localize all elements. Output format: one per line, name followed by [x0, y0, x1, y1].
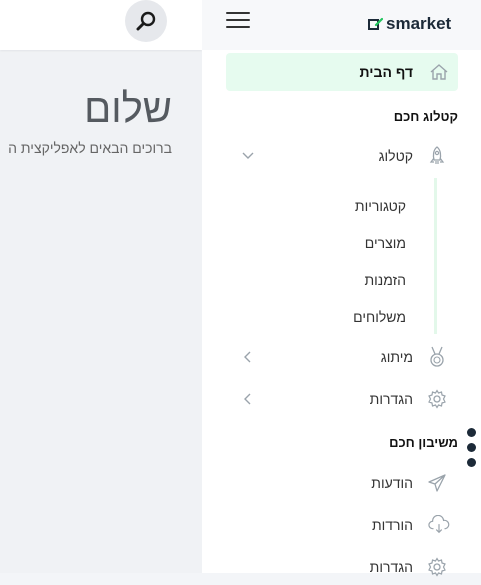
section-title-catalog: קטלוג חכם — [393, 109, 458, 124]
sidebar-item-messaging-settings[interactable]: הגדרות — [202, 549, 481, 585]
gear-icon — [426, 556, 448, 578]
subnav-item-orders[interactable]: הזמנות — [365, 272, 407, 288]
greeting-subtitle: ברוכים הבאים לאפליקצית ה — [8, 140, 172, 156]
search-button[interactable] — [125, 0, 167, 42]
medal-icon — [426, 346, 448, 368]
top-bar — [0, 0, 202, 50]
home-icon — [428, 61, 450, 83]
more-dots-icon[interactable] — [467, 428, 477, 478]
sidebar-item-label: הורדות — [371, 517, 413, 533]
greeting-title: שלום — [84, 86, 172, 132]
sidebar-item-settings[interactable]: הגדרות — [202, 381, 481, 417]
chevron-left-icon[interactable] — [242, 351, 254, 363]
sidebar: smarket דף הבית קטלוג חכם קטלוג קטגוריות… — [202, 0, 481, 577]
sidebar-item-branding[interactable]: מיתוג — [202, 339, 481, 375]
sidebar-item-label: קטלוג — [378, 148, 413, 164]
sidebar-header: smarket — [202, 0, 481, 50]
subnav-indicator — [434, 178, 437, 334]
rocket-icon — [426, 145, 448, 167]
logo-text: smarket — [386, 14, 452, 33]
sidebar-item-messages[interactable]: הודעות — [202, 465, 481, 501]
chevron-left-icon[interactable] — [242, 393, 254, 405]
subnav-item-shipments[interactable]: משלוחים — [353, 309, 406, 325]
subnav-item-products[interactable]: מוצרים — [365, 235, 406, 251]
sidebar-item-home[interactable]: דף הבית — [226, 53, 458, 91]
search-icon — [136, 11, 156, 31]
gear-icon — [426, 388, 448, 410]
send-icon — [426, 472, 448, 494]
sidebar-item-label: מיתוג — [380, 349, 413, 365]
section-title-messaging: משיבון חכם — [389, 435, 458, 450]
sidebar-item-catalog[interactable]: קטלוג — [202, 138, 481, 174]
cloud-download-icon — [428, 514, 450, 536]
chevron-down-icon[interactable] — [242, 150, 254, 162]
sidebar-item-downloads[interactable]: הורדות — [202, 507, 481, 543]
sidebar-item-label: הגדרות — [369, 391, 413, 407]
logo-icon — [368, 17, 383, 30]
main-content: שלום ברוכים הבאים לאפליקצית ה — [0, 0, 202, 573]
hamburger-icon[interactable] — [226, 12, 250, 28]
sidebar-item-label: הודעות — [371, 475, 413, 491]
subnav-item-categories[interactable]: קטגוריות — [355, 198, 406, 214]
sidebar-item-label: דף הבית — [359, 64, 413, 80]
logo[interactable]: smarket — [367, 14, 451, 34]
